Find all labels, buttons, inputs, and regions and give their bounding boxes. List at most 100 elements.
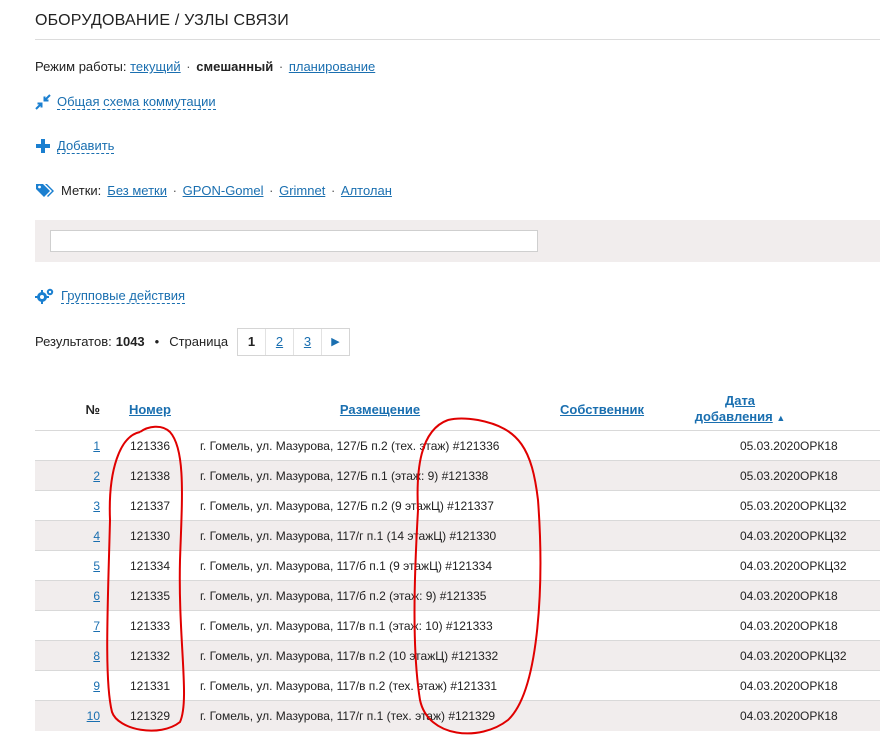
col-number[interactable]: Номер <box>100 388 200 431</box>
row-date: 04.03.2020 <box>739 588 800 603</box>
row-number: 121330 <box>129 528 171 543</box>
col-date-line1[interactable]: Дата <box>725 393 755 408</box>
page-label: Страница <box>169 334 229 349</box>
tags-icon <box>36 184 54 197</box>
row-model-cell: ОРКЦ32 <box>800 521 880 551</box>
col-model <box>800 388 880 431</box>
add-link[interactable]: Добавить <box>57 138 115 154</box>
search-input[interactable] <box>50 230 538 252</box>
tags-filter: Метки: Без метки · GPON-Gomel · Grimnet … <box>35 182 392 198</box>
col-date-line2[interactable]: добавления <box>695 409 773 424</box>
table-row[interactable]: 2 121338 г. Гомель, ул. Мазурова, 127/Б п.… <box>35 460 880 491</box>
row-date-cell: 04.03.2020 <box>680 701 800 731</box>
tag-no-tag[interactable]: Без метки <box>107 183 167 198</box>
mode-separator: · <box>186 59 191 74</box>
row-number-cell: 121337 <box>100 491 200 521</box>
row-index-link[interactable]: 2 <box>93 469 100 483</box>
col-number-label[interactable]: Номер <box>129 402 171 417</box>
row-owner-cell <box>560 611 680 641</box>
table-row[interactable]: 4 121330 г. Гомель, ул. Мазурова, 117/г п.… <box>35 520 880 551</box>
row-index-link[interactable]: 7 <box>93 619 100 633</box>
row-number: 121336 <box>129 438 171 453</box>
row-index-cell[interactable]: 8 <box>35 641 100 671</box>
row-number-cell: 121334 <box>100 551 200 581</box>
row-index-link[interactable]: 8 <box>93 649 100 663</box>
col-owner-label[interactable]: Собственник <box>560 402 644 417</box>
row-index-cell[interactable]: 7 <box>35 611 100 641</box>
scheme-action[interactable]: Общая схема коммутации <box>35 94 216 110</box>
page-2-link[interactable]: 2 <box>266 329 294 355</box>
group-actions[interactable]: Групповые действия <box>35 287 186 305</box>
add-action[interactable]: Добавить <box>35 138 115 154</box>
row-date-cell: 05.03.2020 <box>680 491 800 521</box>
table-row[interactable]: 7 121333 г. Гомель, ул. Мазурова, 117/в п.… <box>35 610 880 641</box>
row-index-cell[interactable]: 9 <box>35 671 100 701</box>
row-placement-cell: г. Гомель, ул. Мазурова, 117/в п.2 (тех.… <box>200 671 560 701</box>
mode-current-link[interactable]: текущий <box>130 59 181 74</box>
col-placement-label[interactable]: Размещение <box>340 402 420 417</box>
row-number-cell: 121333 <box>100 611 200 641</box>
tag-altolan[interactable]: Алтолан <box>341 183 392 198</box>
tag-grimnet[interactable]: Grimnet <box>279 183 325 198</box>
group-actions-link[interactable]: Групповые действия <box>61 288 186 304</box>
row-index-cell[interactable]: 3 <box>35 491 100 521</box>
page-1-current: 1 <box>238 329 266 355</box>
row-placement: г. Гомель, ул. Мазурова, 117/в п.2 (тех.… <box>200 678 498 693</box>
row-date-cell: 04.03.2020 <box>680 611 800 641</box>
col-date[interactable]: Дата добавления ▲ <box>680 388 800 431</box>
row-placement: г. Гомель, ул. Мазурова, 117/в п.1 (этаж… <box>200 618 493 633</box>
table-row[interactable]: 3 121337 г. Гомель, ул. Мазурова, 127/Б п.… <box>35 490 880 521</box>
tag-separator: · <box>330 182 336 198</box>
row-owner-cell <box>560 581 680 611</box>
equipment-table: № Номер Размещение Собственник Дата доба… <box>35 388 880 731</box>
row-number: 121333 <box>129 618 171 633</box>
row-placement: г. Гомель, ул. Мазурова, 127/Б п.2 (тех.… <box>200 438 500 453</box>
triangle-right-icon: ▶ <box>331 336 340 348</box>
row-index-cell[interactable]: 6 <box>35 581 100 611</box>
row-index-link[interactable]: 6 <box>93 589 100 603</box>
row-model-cell: ОРКЦ32 <box>800 491 880 521</box>
row-index-link[interactable]: 3 <box>93 499 100 513</box>
row-placement: г. Гомель, ул. Мазурова, 117/г п.1 (14 э… <box>200 528 497 543</box>
row-date: 04.03.2020 <box>739 678 800 693</box>
row-owner-cell <box>560 701 680 731</box>
table-row[interactable]: 10 121329 г. Гомель, ул. Мазурова, 117/г п… <box>35 700 880 731</box>
pagination: 1 2 3 ▶ <box>237 328 350 356</box>
table-row[interactable]: 5 121334 г. Гомель, ул. Мазурова, 117/б п.… <box>35 550 880 581</box>
row-index-link[interactable]: 5 <box>93 559 100 573</box>
mode-planning-link[interactable]: планирование <box>289 59 375 74</box>
row-index-link[interactable]: 4 <box>93 529 100 543</box>
row-index-cell[interactable]: 2 <box>35 461 100 491</box>
table-row[interactable]: 6 121335 г. Гомель, ул. Мазурова, 117/б п.… <box>35 580 880 611</box>
col-owner[interactable]: Собственник <box>560 388 680 431</box>
row-date-cell: 04.03.2020 <box>680 581 800 611</box>
row-index-cell[interactable]: 10 <box>35 701 100 731</box>
row-owner-cell <box>560 641 680 671</box>
table-row[interactable]: 9 121331 г. Гомель, ул. Мазурова, 117/в п.… <box>35 670 880 701</box>
row-date: 04.03.2020 <box>739 528 800 543</box>
row-index-cell[interactable]: 1 <box>35 431 100 461</box>
results-dot: • <box>154 334 160 349</box>
row-date-cell: 04.03.2020 <box>680 671 800 701</box>
row-date-cell: 04.03.2020 <box>680 551 800 581</box>
row-number-cell: 121335 <box>100 581 200 611</box>
row-index-link[interactable]: 10 <box>87 709 100 723</box>
row-placement: г. Гомель, ул. Мазурова, 117/в п.2 (10 э… <box>200 648 499 663</box>
col-no: № <box>85 401 101 417</box>
col-placement[interactable]: Размещение <box>200 388 560 431</box>
results-summary: Результатов: 1043 • Страница <box>35 334 228 349</box>
next-page-button[interactable]: ▶ <box>322 329 349 355</box>
row-index-cell[interactable]: 5 <box>35 551 100 581</box>
results-count: 1043 <box>115 334 145 349</box>
table-row[interactable]: 8 121332 г. Гомель, ул. Мазурова, 117/в п.… <box>35 640 880 671</box>
sort-asc-icon: ▲ <box>776 412 786 423</box>
scheme-link[interactable]: Общая схема коммутации <box>57 94 216 110</box>
table-row[interactable]: 1 121336 г. Гомель, ул. Мазурова, 127/Б п.… <box>35 430 880 461</box>
row-index-cell[interactable]: 4 <box>35 521 100 551</box>
page-3-link[interactable]: 3 <box>294 329 322 355</box>
row-index-link[interactable]: 9 <box>93 679 100 693</box>
tag-gpon-gomel[interactable]: GPON-Gomel <box>183 183 264 198</box>
row-number-cell: 121338 <box>100 461 200 491</box>
row-index-link[interactable]: 1 <box>93 439 100 453</box>
tags-label: Метки: <box>61 182 102 198</box>
